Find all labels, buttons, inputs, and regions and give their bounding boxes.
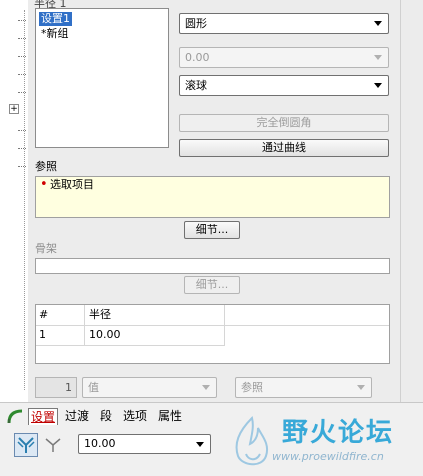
table-row-index[interactable]: 1 xyxy=(39,325,46,345)
references-label: 参照 xyxy=(35,160,57,173)
tab-transition[interactable]: 过渡 xyxy=(65,408,89,424)
tree-connector xyxy=(18,130,26,131)
full-round-button[interactable]: 完全倒圆角 xyxy=(179,114,389,132)
chevron-down-icon xyxy=(374,55,382,60)
tree-connector xyxy=(18,56,26,57)
skeleton-label: 骨架 xyxy=(35,242,57,255)
tree-connector xyxy=(18,166,26,167)
references-details-button[interactable]: 细节... xyxy=(184,221,240,239)
through-curve-button[interactable]: 通过曲线 xyxy=(179,139,389,157)
tab-settings[interactable]: 设置 xyxy=(28,408,59,425)
list-item-set-1[interactable]: 设置1 xyxy=(39,12,72,26)
tab-pieces[interactable]: 段 xyxy=(100,408,112,424)
radius-table[interactable]: # 半径 1 10.00 xyxy=(35,304,390,364)
round-method-dropdown[interactable]: 滚球 xyxy=(179,75,389,96)
required-bullet-icon: • xyxy=(40,177,48,192)
radius-value: 10.00 xyxy=(84,437,116,450)
tree-connector xyxy=(18,20,26,21)
chevron-down-icon xyxy=(202,385,210,390)
reference-dropdown[interactable]: 参照 xyxy=(235,377,372,398)
table-header-index: # xyxy=(39,308,49,321)
skeleton-collector[interactable] xyxy=(35,258,390,274)
watermark-title: 野火论坛 xyxy=(282,418,395,448)
chevron-down-icon xyxy=(374,21,382,26)
distance-dropdown[interactable]: 0.00 xyxy=(179,47,389,68)
set-mode-glyph xyxy=(17,437,35,453)
chevron-down-icon xyxy=(196,442,204,447)
tree-expand-icon[interactable]: + xyxy=(9,104,19,114)
value-dropdown[interactable]: 值 xyxy=(82,377,217,398)
chevron-down-icon xyxy=(357,385,365,390)
radius-value-dropdown[interactable]: 10.00 xyxy=(78,434,211,454)
model-tree-strip: + xyxy=(0,0,28,420)
reference-dropdown-label: 参照 xyxy=(241,381,263,394)
table-divider xyxy=(36,345,225,346)
chevron-down-icon xyxy=(374,83,382,88)
tree-connector xyxy=(18,38,26,39)
round-method-value: 滚球 xyxy=(185,79,207,92)
round-shape-dropdown[interactable]: 圆形 xyxy=(179,13,389,34)
forum-watermark: 野火论坛 www.proewildfire.cn xyxy=(228,412,423,476)
set-mode-icon[interactable] xyxy=(14,433,38,457)
tree-connector xyxy=(18,74,26,75)
watermark-url: www.proewildfire.cn xyxy=(272,450,384,463)
flame-logo-icon xyxy=(235,416,268,466)
round-tool-icon xyxy=(7,409,23,424)
value-dropdown-label: 值 xyxy=(88,381,99,394)
table-header-radius: 半径 xyxy=(89,308,111,321)
point-index-spinner[interactable]: 1 xyxy=(35,377,77,398)
skeleton-details-button[interactable]: 细节... xyxy=(184,276,240,294)
transition-mode-icon[interactable] xyxy=(42,433,66,457)
tree-connector xyxy=(18,148,26,149)
tab-properties[interactable]: 属性 xyxy=(158,408,182,424)
references-collector[interactable]: • 选取项目 xyxy=(35,176,390,218)
select-items-prompt: 选取项目 xyxy=(50,178,94,191)
tree-connector-line xyxy=(24,10,25,390)
side-scroll-strip xyxy=(400,0,423,402)
table-row-radius[interactable]: 10.00 xyxy=(89,325,121,345)
list-item-new-set[interactable]: *新组 xyxy=(39,27,71,41)
distance-value: 0.00 xyxy=(185,51,210,64)
transition-mode-glyph xyxy=(45,438,61,452)
tab-options[interactable]: 选项 xyxy=(123,408,147,424)
round-sets-list[interactable]: 设置1 *新组 xyxy=(35,8,169,148)
tree-connector xyxy=(18,92,26,93)
round-shape-value: 圆形 xyxy=(185,17,207,30)
